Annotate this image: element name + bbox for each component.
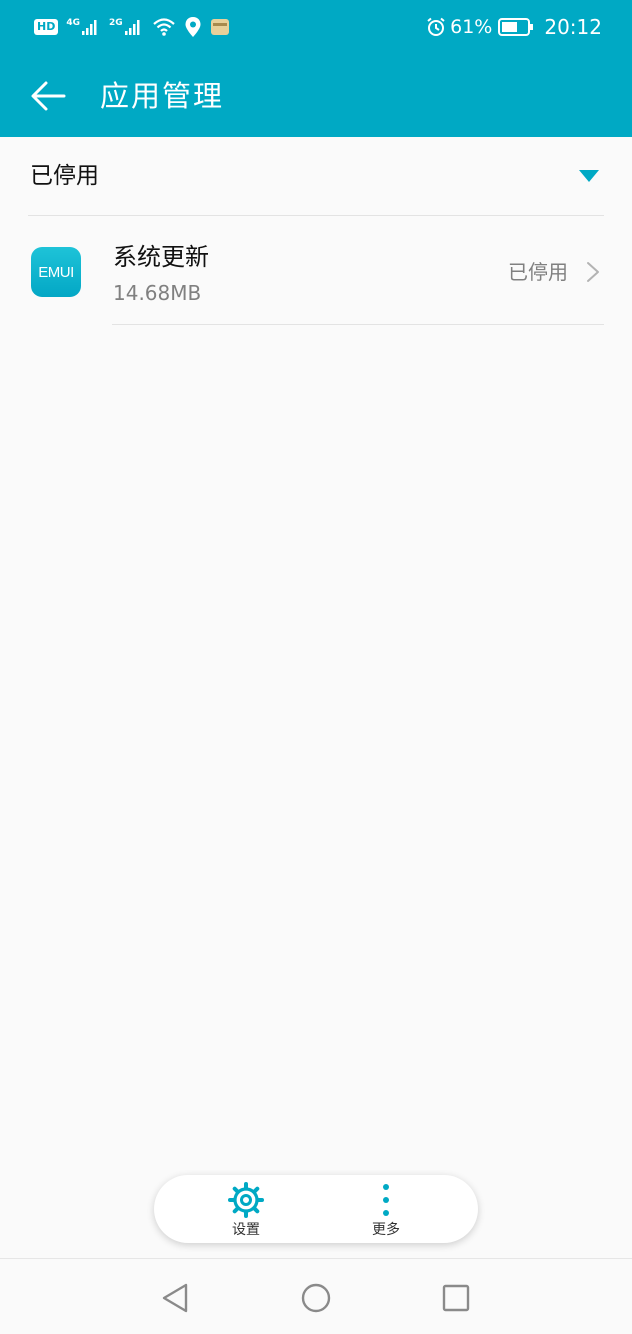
alarm-icon (427, 17, 445, 36)
system-nav-bar (0, 1258, 632, 1334)
signal-icon (124, 20, 140, 35)
nav-back-button[interactable] (158, 1281, 192, 1315)
app-name: 系统更新 (113, 243, 209, 271)
filter-dropdown[interactable]: 已停用 (28, 137, 604, 216)
wallet-icon (210, 19, 229, 35)
settings-label: 设置 (232, 1222, 260, 1238)
back-button[interactable] (28, 76, 68, 116)
emui-app-icon: EMUI (31, 247, 81, 297)
gear-icon (228, 1182, 264, 1218)
divider (112, 324, 604, 325)
circle-home-icon (301, 1283, 331, 1313)
app-status: 已停用 (508, 260, 568, 284)
nav-home-button[interactable] (299, 1281, 333, 1315)
app-size: 14.68MB (113, 281, 202, 305)
app-list-item[interactable]: EMUI 系统更新 14.68MB 已停用 (0, 217, 632, 325)
signal-icon (82, 20, 97, 35)
network-type-2: 2G (109, 18, 123, 28)
chevron-right-icon (587, 262, 599, 282)
arrow-left-icon (31, 81, 66, 111)
more-button[interactable]: 更多 (346, 1179, 426, 1241)
more-vertical-icon (383, 1184, 389, 1216)
more-label: 更多 (372, 1222, 400, 1238)
filter-selected-label: 已停用 (30, 163, 99, 189)
location-icon (185, 17, 201, 37)
battery-icon (498, 18, 534, 36)
wifi-icon (152, 18, 175, 36)
settings-button[interactable]: 设置 (206, 1179, 286, 1241)
status-left: HD 4G 2G (34, 14, 230, 40)
signal-1: 4G (66, 18, 99, 36)
dropdown-triangle-icon (579, 170, 599, 182)
clock: 20:12 (544, 15, 602, 39)
status-right: 61% 20:12 (426, 14, 602, 40)
hd-badge: HD (34, 19, 59, 35)
app-bar: 应用管理 (0, 54, 632, 137)
triangle-back-icon (162, 1283, 188, 1313)
square-recent-icon (442, 1284, 470, 1312)
nav-recent-button[interactable] (439, 1281, 473, 1315)
battery-percent: 61% (450, 16, 493, 38)
page-title: 应用管理 (100, 79, 225, 113)
network-type-1: 4G (66, 18, 80, 28)
signal-2: 2G (109, 18, 142, 36)
bottom-toolbar: 设置 更多 (154, 1175, 478, 1243)
status-bar: HD 4G 2G 61% 20:12 (0, 0, 632, 54)
